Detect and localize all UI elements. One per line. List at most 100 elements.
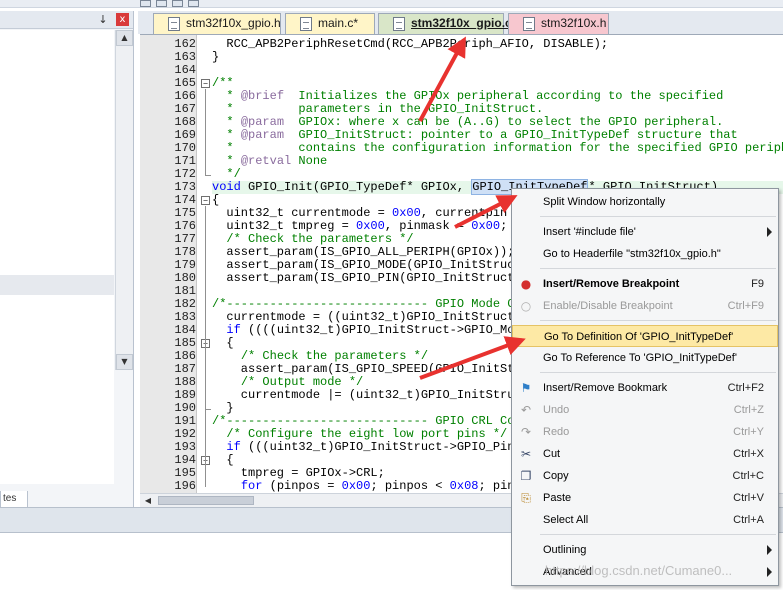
menu-item-label: Go to Headerfile "stm32f10x_gpio.h" [543,248,721,260]
document-icon [523,17,535,31]
watermark: https://blog.csdn.net/Cumane0... [545,563,733,578]
menu-item-label: Insert '#include file' [543,226,636,238]
scroll-left-icon[interactable]: ◀ [142,495,154,507]
toolbar-button-icon[interactable] [172,0,183,7]
menu-item-paste[interactable]: ⎘ Paste Ctrl+V [512,487,778,509]
menu-item-go-to-definition-of-gpio-inittypedef[interactable]: Go To Definition Of 'GPIO_InitTypeDef' [512,325,778,347]
line-number[interactable]: 196 [140,480,196,493]
toolbar-button-icon[interactable] [188,0,199,7]
menu-item-outlining[interactable]: Outlining [512,539,778,561]
menu-item-go-to-reference-to-gpio-inittypedef[interactable]: Go To Reference To 'GPIO_InitTypeDef' [512,347,778,369]
tab-label: stm32f10x_gpio.c [411,16,512,30]
menu-item-shortcut: Ctrl+C [732,470,764,482]
code-line[interactable]: for (pinpos = 0x00; pinpos < 0x08; pinpo… [212,480,558,493]
menu-item-undo[interactable]: ↶ Undo Ctrl+Z [512,399,778,421]
menu-item-label: Split Window horizontally [543,196,666,208]
breakpoint-disabled-icon: ○ [520,299,532,313]
bookmark-icon: ⚑ [520,381,532,395]
toolbar-strip [0,0,783,8]
fold-end-marker [205,175,211,176]
menu-item-redo[interactable]: ↷ Redo Ctrl+Y [512,421,778,443]
menu-separator [540,320,776,321]
menu-item-label: Go To Reference To 'GPIO_InitTypeDef' [543,352,737,364]
fold-toggle-icon[interactable]: − [201,79,210,88]
menu-item-shortcut: Ctrl+V [733,492,764,504]
code-line[interactable]: RCC_APB2PeriphResetCmd(RCC_APB2Periph_AF… [212,38,608,51]
submenu-arrow-icon [767,545,772,555]
tab-label: stm32f10x_gpio.h [186,16,281,30]
submenu-arrow-icon [767,227,772,237]
code-line[interactable]: } [212,51,219,64]
scroll-thumb[interactable] [158,496,254,505]
panel-bottom-tab[interactable]: tes [0,491,28,508]
menu-item-shortcut: F9 [751,278,764,290]
menu-item-insert-remove-breakpoint[interactable]: ● Insert/Remove Breakpoint F9 [512,273,778,295]
ide-window: ↓ x ▲ ▼ tes stm32f10x_gpio.h main.c* stm… [0,0,783,590]
tree-row[interactable] [0,275,114,295]
copy-icon: ❐ [520,469,532,483]
fold-guide [205,206,206,487]
tab-label: stm32f10x.h [541,16,607,30]
fold-guide [205,349,206,409]
panel-title-bar: ↓ x [0,11,133,29]
fold-end-marker [205,409,211,410]
menu-item-cut[interactable]: ✂ Cut Ctrl+X [512,443,778,465]
menu-item-label: Cut [543,448,561,460]
project-panel: ↓ x ▲ ▼ tes [0,11,134,508]
submenu-arrow-icon [767,567,772,577]
menu-separator [540,372,776,373]
tab-stm32f10x-h[interactable]: stm32f10x.h [508,13,609,34]
menu-item-split-window-horizontally[interactable]: Split Window horizontally [512,191,778,213]
vertical-scrollbar[interactable]: ▲ ▼ [115,30,133,370]
menu-item-shortcut: Ctrl+X [733,448,764,460]
menu-item-enable-disable-breakpoint[interactable]: ○ Enable/Disable Breakpoint Ctrl+F9 [512,295,778,317]
menu-item-label: Undo [543,404,570,416]
toolbar-button-icon[interactable] [156,0,167,7]
fold-guide [205,89,206,175]
toolbar-button-icon[interactable] [140,0,151,7]
line-number-gutter[interactable]: 162 163 164 165 166 167 168 169 170 171 172 173 174 1… [140,35,197,493]
editor-tabs: stm32f10x_gpio.h main.c* stm32f10x_gpio.… [138,11,783,34]
tab-main-c[interactable]: main.c* [285,13,375,34]
menu-item-shortcut: Ctrl+F2 [727,382,764,394]
menu-item-go-to-headerfile-stm32f10x-gpio-h[interactable]: Go to Headerfile "stm32f10x_gpio.h" [512,243,778,265]
cut-icon: ✂ [520,447,532,461]
code-line[interactable]: assert_param(IS_GPIO_PIN(GPIO_InitStruct… [212,272,557,285]
menu-item-label: Insert/Remove Bookmark [543,382,668,394]
menu-separator [540,268,776,269]
undo-icon: ↶ [520,403,532,417]
menu-item-insert-remove-bookmark[interactable]: ⚑ Insert/Remove Bookmark Ctrl+F2 [512,377,778,399]
menu-item-shortcut: Ctrl+Y [733,426,764,438]
menu-item-label: Select All [543,514,589,526]
document-icon [168,17,180,31]
menu-item-select-all[interactable]: Select All Ctrl+A [512,509,778,531]
tab-stm32f10x-gpio-c[interactable]: stm32f10x_gpio.c [378,13,512,34]
pin-icon[interactable]: ↓ [97,13,109,26]
project-tree[interactable] [0,30,114,484]
menu-item-insert-include-file[interactable]: Insert '#include file' [512,221,778,243]
close-icon[interactable]: x [116,13,129,26]
menu-separator [540,216,776,217]
menu-item-label: Enable/Disable Breakpoint [543,300,673,312]
document-icon [300,17,312,31]
document-icon [393,17,405,31]
menu-item-shortcut: Ctrl+A [733,514,764,526]
breakpoint-icon: ● [520,277,532,291]
redo-icon: ↷ [520,425,532,439]
fold-toggle-icon[interactable]: − [201,196,210,205]
tab-stm32f10x-gpio-h[interactable]: stm32f10x_gpio.h [153,13,281,34]
menu-item-label: Outlining [543,544,587,556]
menu-item-label: Redo [543,426,570,438]
code-line[interactable]: if ((((uint32_t)GPIO_InitStruct->GPIO_Mo… [212,324,550,337]
menu-item-label: Copy [543,470,569,482]
menu-item-shortcut: Ctrl+Z [733,404,764,416]
scroll-up-icon[interactable]: ▲ [116,30,133,46]
code-line[interactable]: if (((uint32_t)GPIO_InitStruct->GPIO_Pin… [212,441,557,454]
menu-item-label: Insert/Remove Breakpoint [543,278,680,290]
menu-separator [540,534,776,535]
menu-item-copy[interactable]: ❐ Copy Ctrl+C [512,465,778,487]
menu-item-label: Go To Definition Of 'GPIO_InitTypeDef' [544,331,734,343]
tab-label: main.c* [318,16,359,30]
menu-item-shortcut: Ctrl+F9 [727,300,764,312]
scroll-down-icon[interactable]: ▼ [116,354,133,370]
